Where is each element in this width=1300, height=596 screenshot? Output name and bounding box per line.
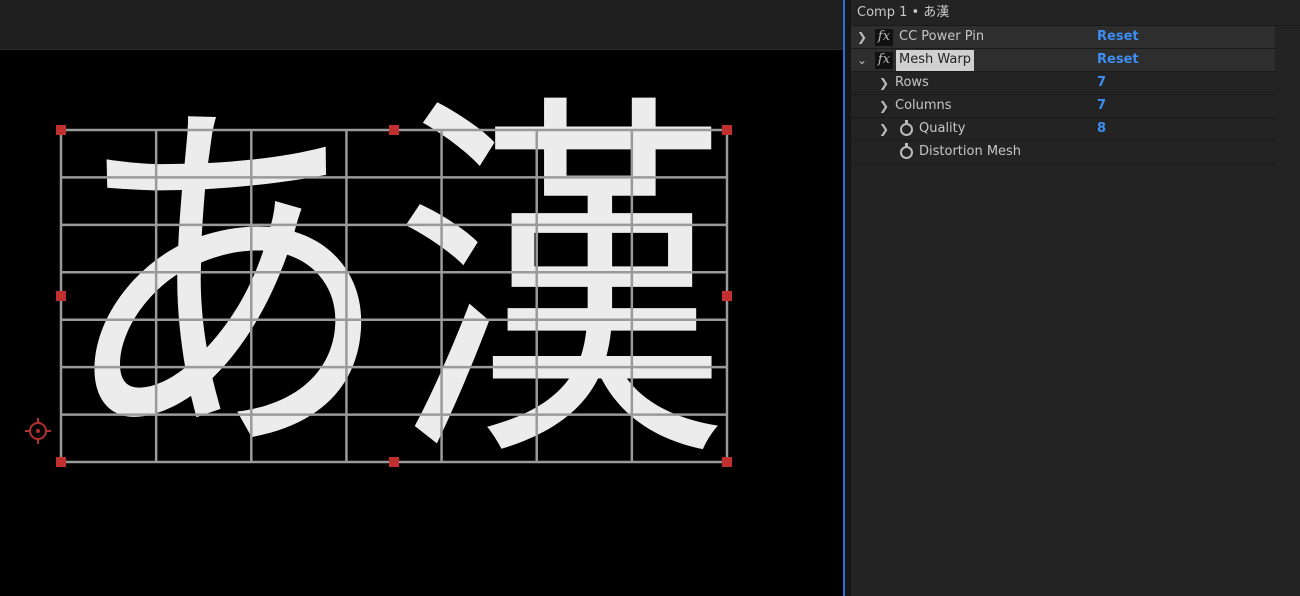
fx-icon[interactable]: fx xyxy=(875,29,893,46)
composition-viewer[interactable]: あ漢 xyxy=(0,0,843,596)
effect-cc-power-pin[interactable]: ❯ fx CC Power Pin Reset xyxy=(851,26,1275,49)
effect-mesh-warp[interactable]: ⌄ fx Mesh Warp Reset xyxy=(851,49,1275,72)
columns-value[interactable]: 7 xyxy=(1097,95,1106,117)
chevron-right-icon[interactable]: ❯ xyxy=(856,26,868,48)
anchor-point-icon[interactable] xyxy=(25,418,51,444)
property-label: Rows xyxy=(895,75,929,90)
transform-handle[interactable] xyxy=(722,291,732,301)
chevron-down-icon[interactable]: ⌄ xyxy=(856,49,868,71)
reset-button[interactable]: Reset xyxy=(1097,49,1139,71)
stopwatch-icon[interactable] xyxy=(900,120,913,136)
property-rows[interactable]: ❯ Rows 7 xyxy=(851,72,1275,95)
property-label: Distortion Mesh xyxy=(919,144,1022,159)
stopwatch-icon[interactable] xyxy=(900,143,913,159)
transform-handle[interactable] xyxy=(56,291,66,301)
transform-handle[interactable] xyxy=(722,125,732,135)
transform-handle[interactable] xyxy=(389,125,399,135)
fx-icon[interactable]: fx xyxy=(875,52,893,69)
chevron-right-icon[interactable]: ❯ xyxy=(878,72,890,94)
transform-handle[interactable] xyxy=(389,457,399,467)
chevron-right-icon[interactable]: ❯ xyxy=(878,118,890,140)
panel-title: Comp 1 • あ漢 xyxy=(851,0,1300,26)
transform-handle[interactable] xyxy=(56,125,66,135)
rows-value[interactable]: 7 xyxy=(1097,72,1106,94)
effect-name: CC Power Pin xyxy=(899,29,985,44)
quality-value[interactable]: 8 xyxy=(1097,118,1106,140)
effect-name: Mesh Warp xyxy=(896,50,974,71)
property-columns[interactable]: ❯ Columns 7 xyxy=(851,95,1275,118)
transform-handle[interactable] xyxy=(722,457,732,467)
property-distortion-mesh[interactable]: Distortion Mesh xyxy=(851,141,1275,164)
property-quality[interactable]: ❯ Quality 8 xyxy=(851,118,1275,141)
composition-canvas[interactable]: あ漢 xyxy=(0,0,843,596)
property-label: Quality xyxy=(919,121,966,136)
effect-controls-panel: Comp 1 • あ漢 ❯ fx CC Power Pin Reset ⌄ fx… xyxy=(851,0,1300,596)
reset-button[interactable]: Reset xyxy=(1097,26,1139,48)
chevron-right-icon[interactable]: ❯ xyxy=(878,95,890,117)
property-label: Columns xyxy=(895,98,952,113)
transform-handle[interactable] xyxy=(56,457,66,467)
